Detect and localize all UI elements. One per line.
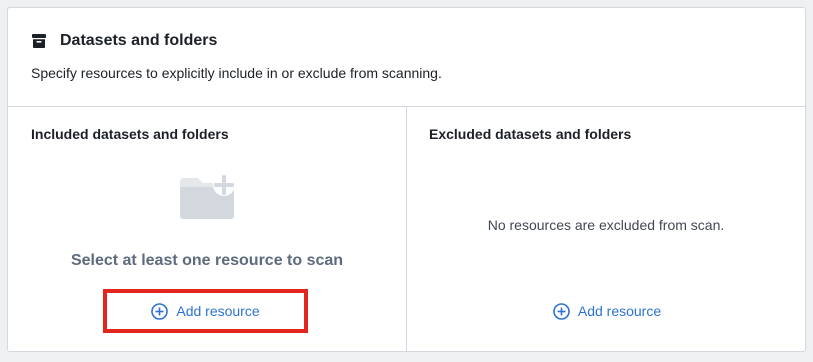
datasets-and-folders-card: Datasets and folders Specify resources t… — [7, 7, 806, 352]
excluded-add-resource-label: Add resource — [577, 303, 662, 319]
folder-add-icon — [178, 173, 236, 221]
included-add-resource-label: Add resource — [176, 303, 260, 319]
excluded-section: Excluded datasets and folders No resourc… — [407, 107, 805, 352]
card-title-row: Datasets and folders — [31, 32, 217, 50]
card-title: Datasets and folders — [60, 32, 218, 49]
included-add-resource-button[interactable]: Add resource — [103, 289, 308, 333]
excluded-empty-note: No resources are excluded from scan. — [487, 217, 725, 233]
plus-circle-icon — [151, 302, 169, 320]
excluded-add-resource-button[interactable]: Add resource — [547, 297, 667, 325]
excluded-section-title: Excluded datasets and folders — [429, 126, 632, 142]
included-section-title: Included datasets and folders — [31, 126, 229, 142]
plus-circle-icon — [553, 302, 570, 320]
card-header: Datasets and folders Specify resources t… — [8, 8, 805, 107]
included-empty-title: Select at least one resource to scan — [70, 252, 344, 269]
card-subtitle: Specify resources to explicitly include … — [31, 65, 442, 81]
archive-box-icon — [31, 33, 47, 49]
included-section: Included datasets and folders Select at … — [8, 107, 407, 352]
